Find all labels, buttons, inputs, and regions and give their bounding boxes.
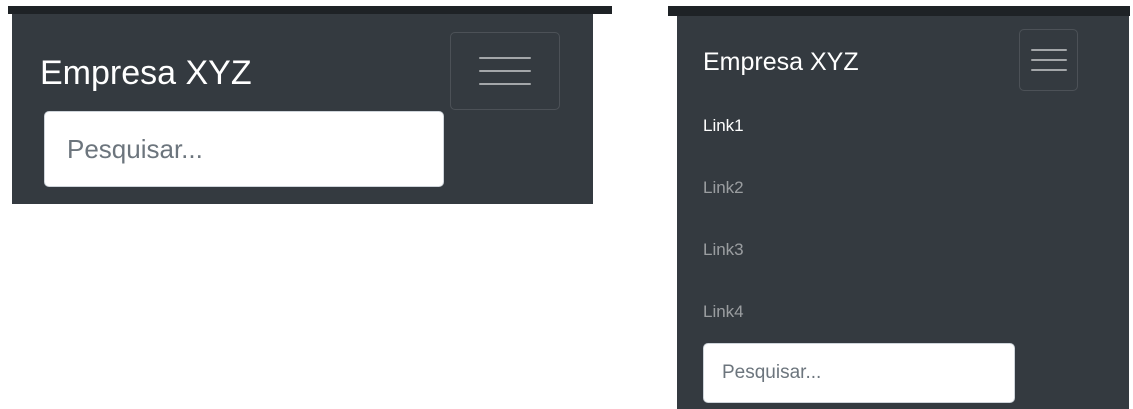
nav-link-1[interactable]: Link1 (703, 116, 744, 136)
nav-link-4[interactable]: Link4 (703, 302, 744, 322)
navbar-toggler-button[interactable] (450, 32, 560, 110)
navbar-brand[interactable]: Empresa XYZ (703, 48, 859, 77)
top-edge-left (8, 6, 612, 14)
top-edge-right (668, 6, 1130, 16)
navbar-toggler-button[interactable] (1019, 29, 1078, 91)
search-input[interactable] (703, 343, 1015, 403)
navbar-collapsed: Empresa XYZ (12, 14, 593, 204)
search-input[interactable] (44, 111, 444, 187)
nav-link-2[interactable]: Link2 (703, 178, 744, 198)
nav-link-3[interactable]: Link3 (703, 240, 744, 260)
navbar-expanded: Empresa XYZ Link1 Link2 Link3 Link4 (677, 16, 1129, 409)
navbar-brand[interactable]: Empresa XYZ (40, 54, 252, 93)
